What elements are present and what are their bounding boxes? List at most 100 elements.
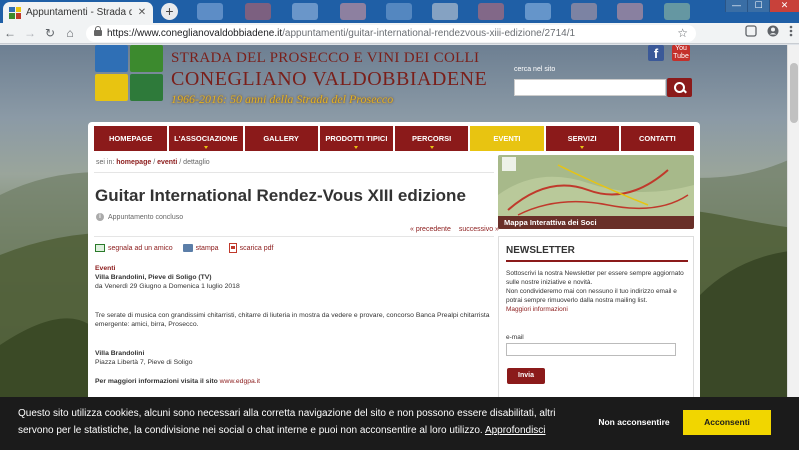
- email-label: e-mail: [506, 334, 524, 341]
- newsletter-box: NEWSLETTER Sottoscrivi la nostra Newslet…: [498, 236, 694, 416]
- pinned-app-icon: [197, 3, 223, 20]
- share-friend-button[interactable]: segnala ad un amico: [95, 243, 173, 253]
- page-scrollbar[interactable]: [787, 45, 799, 450]
- extension-icon[interactable]: [745, 25, 757, 40]
- info-icon: i: [96, 213, 104, 221]
- nav-gallery[interactable]: GALLERY: [244, 126, 318, 151]
- nav-servizi[interactable]: SERVIZI: [545, 126, 619, 151]
- search-label: cerca nel sito: [514, 66, 556, 73]
- search-icon[interactable]: [667, 78, 692, 97]
- nav-label: GALLERY: [263, 134, 299, 143]
- forward-icon[interactable]: →: [20, 26, 40, 40]
- previous-link[interactable]: « precedente: [410, 226, 451, 233]
- site-logo[interactable]: [95, 45, 163, 101]
- browser-tab[interactable]: Appuntamenti - Strada del Prose ✕: [3, 2, 153, 23]
- profile-icon[interactable]: [767, 25, 779, 40]
- cookie-message: Questo sito utilizza cookies, alcuni son…: [18, 405, 578, 439]
- nav-prodotti-tipici[interactable]: PRODOTTI TIPICI: [319, 126, 393, 151]
- divider: [506, 260, 688, 262]
- nav-associazione[interactable]: L'ASSOCIAZIONE: [169, 126, 243, 151]
- newsletter-text: Sottoscrivi la nostra Newsletter per ess…: [506, 269, 689, 314]
- pinned-app-icon: [340, 3, 366, 20]
- pinned-app-icon: [571, 3, 597, 20]
- window-controls: — ☐ ✕: [725, 0, 799, 12]
- pinned-app-icon: [292, 3, 318, 20]
- download-pdf-button[interactable]: scarica pdf: [228, 243, 274, 253]
- event-actions: segnala ad un amico stampa scarica pdf: [95, 243, 273, 253]
- main-navigation: HOMEPAGE L'ASSOCIAZIONE GALLERY PRODOTTI…: [94, 126, 694, 151]
- url-path: /appuntamenti/guitar-international-rende…: [282, 27, 576, 39]
- divider: [94, 172, 494, 173]
- event-status: i Appuntamento concluso: [96, 213, 183, 221]
- venue-address: Piazza Libertà 7, Pieve di Soligo: [95, 359, 193, 366]
- scrollbar-thumb[interactable]: [790, 63, 798, 123]
- back-icon[interactable]: ←: [0, 26, 20, 40]
- social-links: f You Tube: [648, 45, 690, 61]
- nav-homepage[interactable]: HOMEPAGE: [94, 126, 168, 151]
- status-text: Appuntamento concluso: [108, 213, 184, 221]
- site-favicon-icon: [9, 6, 21, 19]
- pdf-label: scarica pdf: [239, 244, 274, 252]
- close-window-button[interactable]: ✕: [769, 0, 799, 12]
- mail-icon: [95, 244, 105, 252]
- cookie-text: Questo sito utilizza cookies, alcuni son…: [18, 408, 556, 436]
- printer-icon: [182, 244, 193, 252]
- nav-label: PRODOTTI TIPICI: [325, 134, 388, 143]
- page-title: Guitar International Rendez-Vous XIII ed…: [95, 186, 466, 205]
- menu-dots-icon[interactable]: [789, 25, 793, 40]
- pinned-app-icon: [432, 3, 458, 20]
- nav-label: CONTATTI: [638, 134, 676, 143]
- maximize-button[interactable]: ☐: [747, 0, 769, 12]
- nav-contatti[interactable]: CONTATTI: [620, 126, 694, 151]
- facebook-icon[interactable]: f: [648, 45, 664, 61]
- cookie-learn-more-link[interactable]: Approfondisci: [485, 425, 546, 436]
- youtube-icon[interactable]: You Tube: [672, 45, 690, 61]
- nav-label: EVENTI: [493, 134, 521, 143]
- newsletter-submit-button[interactable]: Invia: [507, 368, 545, 384]
- tab-title: Appuntamenti - Strada del Prose: [26, 7, 132, 18]
- web-page: STRADA DEL PROSECCO E VINI DEI COLLI CON…: [0, 45, 799, 450]
- minimize-button[interactable]: —: [725, 0, 747, 12]
- pdf-icon: [228, 243, 237, 253]
- pinned-app-icon: [478, 3, 504, 20]
- dropdown-arrow-icon: [580, 146, 585, 149]
- dropdown-arrow-icon: [203, 146, 208, 149]
- print-label: stampa: [195, 244, 219, 252]
- event-venue-line: Villa Brandolini, Pieve di Soligo (TV): [95, 274, 212, 281]
- browser-tab-bar: Appuntamenti - Strada del Prose ✕ + — ☐ …: [0, 0, 799, 23]
- nav-label: PERCORSI: [412, 134, 452, 143]
- reload-icon[interactable]: ↻: [40, 26, 60, 40]
- more-info-text: Per maggiori informazioni visita il sito: [95, 378, 220, 385]
- nav-label: SERVIZI: [567, 134, 597, 143]
- interactive-map-banner[interactable]: Mappa Interattiva dei Soci: [498, 155, 694, 229]
- print-button[interactable]: stampa: [182, 243, 219, 253]
- nav-percorsi[interactable]: PERCORSI: [395, 126, 469, 151]
- more-info-link[interactable]: www.edgpa.it: [220, 378, 260, 385]
- tab-close-icon[interactable]: ✕: [137, 7, 147, 18]
- event-dates: da Venerdì 29 Giugno a Domenica 1 luglio…: [95, 283, 240, 290]
- breadcrumb: sei in: homepage / eventi / dettaglio: [96, 159, 210, 166]
- nav-eventi[interactable]: EVENTI: [470, 126, 544, 151]
- pinned-app-icon: [617, 3, 643, 20]
- site-title[interactable]: STRADA DEL PROSECCO E VINI DEI COLLI CON…: [171, 50, 487, 107]
- bookmark-star-icon[interactable]: ☆: [677, 26, 688, 40]
- breadcrumb-section-link[interactable]: eventi: [157, 159, 177, 166]
- pinned-app-icon: [664, 3, 690, 20]
- cookie-accept-button[interactable]: Acconsenti: [683, 410, 771, 435]
- pinned-app-icon: [525, 3, 551, 20]
- url-bar[interactable]: https://www.coneglianovaldobbiadene.it/a…: [86, 24, 696, 42]
- email-field[interactable]: [506, 343, 676, 356]
- newsletter-privacy: Non condivideremo mai con nessuno il tuo…: [506, 288, 677, 304]
- address-toolbar: ← → ↻ ⌂ https://www.coneglianovaldobbiad…: [0, 23, 799, 44]
- venue-name: Villa Brandolini: [95, 350, 145, 357]
- next-link[interactable]: successivo »: [459, 226, 499, 233]
- breadcrumb-home-link[interactable]: homepage: [116, 159, 151, 166]
- cookie-decline-button[interactable]: Non acconsentire: [586, 409, 682, 435]
- site-search-input[interactable]: [514, 79, 666, 96]
- newsletter-info-link[interactable]: Maggiori informazioni: [506, 305, 689, 314]
- newsletter-description: Sottoscrivi la nostra Newsletter per ess…: [506, 270, 684, 286]
- new-tab-button[interactable]: +: [161, 3, 178, 20]
- breadcrumb-prefix: sei in:: [96, 159, 117, 166]
- home-icon[interactable]: ⌂: [60, 26, 80, 40]
- site-title-line2: CONEGLIANO VALDOBBIADENE: [171, 68, 488, 90]
